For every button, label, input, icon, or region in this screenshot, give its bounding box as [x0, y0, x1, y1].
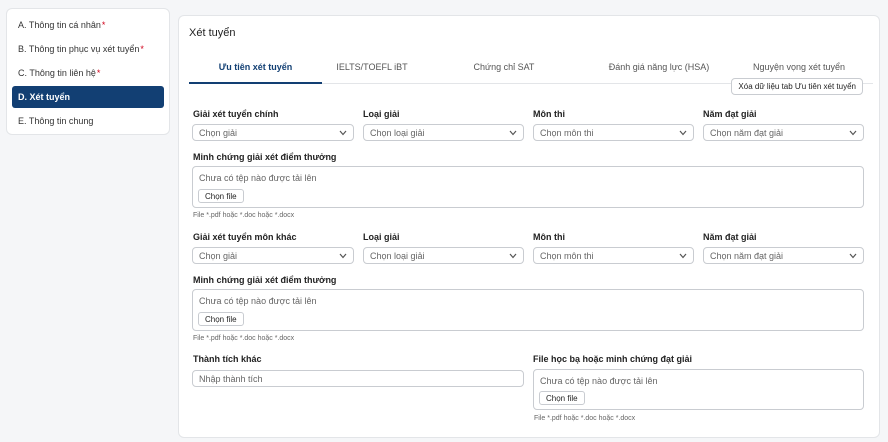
select-value: Chọn môn thi — [540, 127, 594, 138]
choose-file-button[interactable]: Chọn file — [539, 391, 585, 405]
other-award-label: Giải xét tuyển môn khác — [193, 232, 297, 242]
chevron-down-icon — [679, 129, 687, 137]
select-value: Chọn môn thi — [540, 250, 594, 261]
tab-priority-admission[interactable]: Ưu tiên xét tuyển — [189, 51, 322, 84]
subject-label: Môn thi — [533, 109, 565, 119]
tab-ielts-toefl[interactable]: IELTS/TOEFL iBT — [322, 51, 422, 83]
chevron-down-icon — [849, 129, 857, 137]
no-file-text: Chưa có tệp nào được tải lên — [199, 296, 317, 306]
select-value: Chọn loại giải — [370, 250, 425, 261]
chevron-down-icon — [509, 129, 517, 137]
subject-label: Môn thi — [533, 232, 565, 242]
select-value: Chọn loại giải — [370, 127, 425, 138]
chevron-down-icon — [679, 252, 687, 260]
clear-tab-data-button[interactable]: Xóa dữ liệu tab Ưu tiên xét tuyển — [731, 78, 863, 95]
file-type-hint: File *.pdf hoặc *.doc hoặc *.docx — [534, 415, 636, 422]
panel-title: Xét tuyển — [189, 27, 236, 39]
other-achievement-input[interactable]: Nhập thành tích — [192, 370, 524, 387]
select-value: Chọn giải — [199, 250, 238, 261]
main-award-label: Giải xét tuyển chính — [193, 109, 279, 119]
award-type-select[interactable]: Chọn loại giải — [363, 247, 524, 264]
tab-sat[interactable]: Chứng chỉ SAT — [454, 51, 554, 83]
tab-hsa[interactable]: Đánh giá năng lực (HSA) — [589, 51, 729, 83]
other-award-select[interactable]: Chọn giải — [192, 247, 354, 264]
chevron-down-icon — [339, 252, 347, 260]
required-mark: * — [101, 20, 106, 30]
sidebar-item-contact-info[interactable]: C. Thông tin liên hệ * — [12, 62, 164, 84]
main-award-select[interactable]: Chọn giải — [192, 124, 354, 141]
proof-label: Minh chứng giải xét điểm thưởng — [193, 275, 337, 285]
award-year-select[interactable]: Chọn năm đạt giải — [703, 247, 864, 264]
admission-panel: Xét tuyển Ưu tiên xét tuyển IELTS/TOEFL … — [178, 15, 880, 438]
chevron-down-icon — [339, 129, 347, 137]
file-type-hint: File *.pdf hoặc *.doc hoặc *.docx — [193, 212, 295, 219]
proof-file-upload: Chưa có tệp nào được tải lên Chọn file — [192, 289, 864, 331]
sidebar-item-label: B. Thông tin phục vụ xét tuyển — [18, 44, 140, 54]
proof-label: Minh chứng giải xét điểm thưởng — [193, 152, 337, 162]
transcript-file-upload: Chưa có tệp nào được tải lên Chọn file — [533, 369, 864, 410]
sidebar-item-label: A. Thông tin cá nhân — [18, 20, 101, 30]
sidebar-item-label: E. Thông tin chung — [18, 116, 94, 126]
award-year-select[interactable]: Chọn năm đạt giải — [703, 124, 864, 141]
sidebar-item-label: D. Xét tuyển — [18, 92, 71, 102]
choose-file-button[interactable]: Chọn file — [198, 312, 244, 326]
award-year-label: Năm đạt giải — [703, 109, 757, 119]
sidebar-item-label: C. Thông tin liên hệ — [18, 68, 96, 78]
select-value: Chọn giải — [199, 127, 238, 138]
no-file-text: Chưa có tệp nào được tải lên — [540, 376, 658, 386]
sidebar-item-general-info[interactable]: E. Thông tin chung — [12, 110, 164, 132]
sidebar: A. Thông tin cá nhân * B. Thông tin phục … — [6, 8, 170, 135]
sidebar-item-admission[interactable]: D. Xét tuyển — [12, 86, 164, 108]
choose-file-button[interactable]: Chọn file — [198, 189, 244, 203]
required-mark: * — [96, 68, 101, 78]
proof-file-upload: Chưa có tệp nào được tải lên Chọn file — [192, 166, 864, 208]
select-value: Chọn năm đạt giải — [710, 250, 784, 261]
no-file-text: Chưa có tệp nào được tải lên — [199, 173, 317, 183]
award-type-label: Loại giải — [363, 109, 400, 119]
file-type-hint: File *.pdf hoặc *.doc hoặc *.docx — [193, 335, 295, 342]
other-achievement-label: Thành tích khác — [193, 354, 262, 364]
award-year-label: Năm đạt giải — [703, 232, 757, 242]
required-mark: * — [140, 44, 144, 54]
chevron-down-icon — [849, 252, 857, 260]
chevron-down-icon — [509, 252, 517, 260]
subject-select[interactable]: Chọn môn thi — [533, 247, 694, 264]
subject-select[interactable]: Chọn môn thi — [533, 124, 694, 141]
sidebar-item-admission-info[interactable]: B. Thông tin phục vụ xét tuyển * — [12, 38, 164, 60]
transcript-label: File học bạ hoặc minh chứng đạt giải — [533, 354, 693, 364]
sidebar-item-personal-info[interactable]: A. Thông tin cá nhân * — [12, 14, 164, 36]
award-type-label: Loại giải — [363, 232, 400, 242]
award-type-select[interactable]: Chọn loại giải — [363, 124, 524, 141]
select-value: Chọn năm đạt giải — [710, 127, 784, 138]
